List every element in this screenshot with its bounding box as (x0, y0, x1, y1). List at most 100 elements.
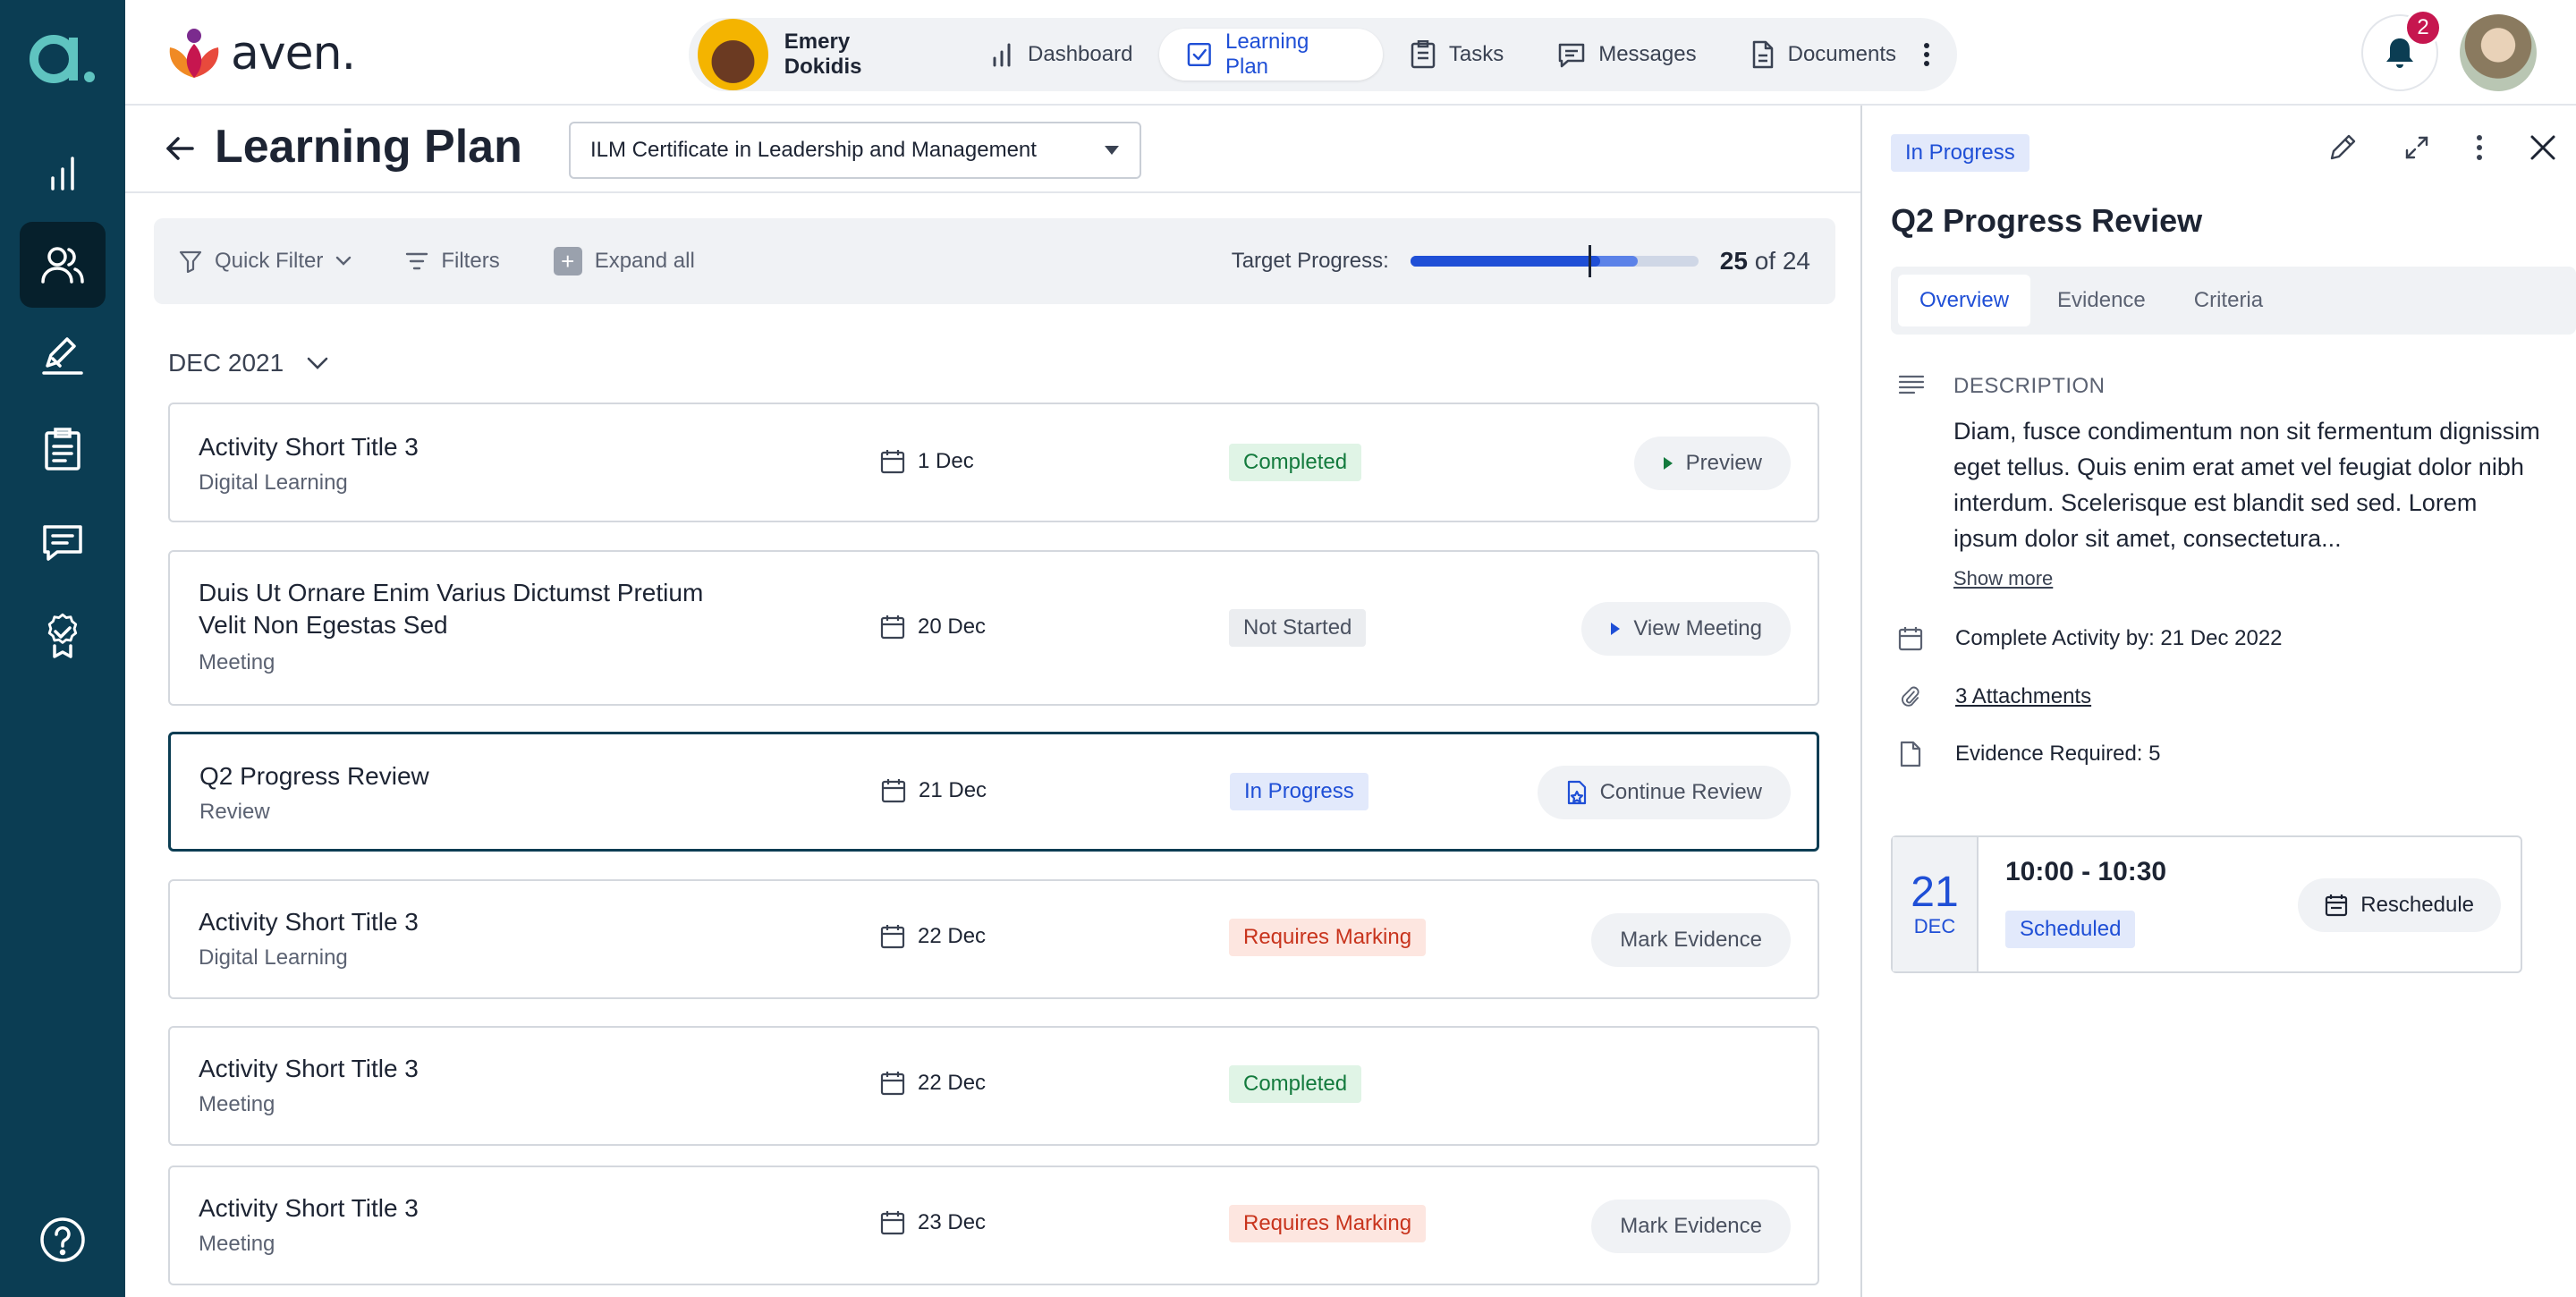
close-panel-button[interactable] (2529, 134, 2556, 161)
complete-by-text: Complete Activity by: 21 Dec 2022 (1955, 626, 2283, 650)
expand-icon (2405, 136, 2428, 159)
notification-count: 2 (2404, 9, 2442, 47)
lotus-icon (169, 29, 219, 78)
view-meeting-button-label: View Meeting (1633, 616, 1762, 640)
evidence-required-text: Evidence Required: 5 (1955, 742, 2161, 766)
activity-date: 22 Dec (880, 1071, 986, 1096)
more-vertical-icon (1924, 43, 1929, 66)
rail-signoff[interactable] (20, 313, 106, 399)
brand-name: aven. (231, 27, 356, 81)
filters-label: Filters (441, 249, 500, 273)
mark-evidence-button[interactable]: Mark Evidence (1591, 913, 1791, 967)
nav-dashboard-label: Dashboard (1028, 42, 1133, 66)
activity-card[interactable]: Activity Short Title 3 Meeting 23 Dec Re… (168, 1166, 1819, 1285)
nav-dashboard[interactable]: Dashboard (962, 29, 1159, 81)
show-more-link[interactable]: Show more (1953, 567, 2053, 590)
activity-title: Activity Short Title 3 (199, 1055, 419, 1082)
rail-achievements[interactable] (20, 592, 106, 678)
filter-lines-icon (406, 252, 428, 270)
activity-card[interactable]: Activity Short Title 3 Digital Learning … (168, 879, 1819, 999)
nav-tasks[interactable]: Tasks (1383, 29, 1530, 81)
document-icon (1900, 741, 1921, 767)
panel-status-badge: In Progress (1891, 134, 2029, 172)
schedule-day: 21 (1911, 869, 1959, 916)
preview-button[interactable]: Preview (1633, 437, 1791, 490)
caret-down-icon (1105, 146, 1119, 155)
nav-messages-label: Messages (1598, 42, 1697, 66)
attachments-link[interactable]: 3 Attachments (1955, 684, 2091, 709)
activity-date-text: 20 Dec (918, 615, 987, 639)
bar-chart-icon (993, 43, 1011, 67)
expand-button[interactable] (2404, 135, 2429, 160)
pencil-icon (2330, 134, 2356, 160)
quick-filter-button[interactable]: Quick Filter (179, 249, 352, 274)
schedule-status-badge: Scheduled (2005, 911, 2136, 948)
reschedule-button[interactable]: Reschedule (2298, 878, 2501, 932)
brand-logo[interactable]: aven. (166, 27, 356, 81)
badge-icon (47, 613, 78, 658)
rail-help[interactable] (20, 1197, 106, 1283)
activity-type: Meeting (199, 1232, 275, 1256)
tab-overview[interactable]: Overview (1898, 275, 2031, 326)
mark-evidence-button[interactable]: Mark Evidence (1591, 1200, 1791, 1253)
view-meeting-button[interactable]: View Meeting (1581, 602, 1791, 656)
activity-card[interactable]: Activity Short Title 3 Meeting 22 Dec Co… (168, 1026, 1819, 1146)
expand-all-button[interactable]: + Expand all (553, 247, 695, 276)
panel-tabs: Overview Evidence Criteria (1891, 267, 2576, 335)
help-icon (40, 1217, 85, 1262)
rail-tasks[interactable] (20, 406, 106, 492)
activity-type: Meeting (199, 1092, 275, 1116)
tab-evidence[interactable]: Evidence (2036, 275, 2167, 326)
main-nav: Emery Dokidis Dashboard Learning Plan Ta… (689, 18, 1957, 91)
nav-tasks-label: Tasks (1448, 42, 1504, 66)
panel-more-button[interactable] (2476, 134, 2483, 161)
progress-target-marker (1589, 245, 1592, 277)
status-badge: Completed (1229, 1065, 1362, 1103)
rail-messages[interactable] (20, 499, 106, 585)
filters-button[interactable]: Filters (405, 249, 500, 274)
continue-review-button-label: Continue Review (1599, 780, 1762, 804)
nav-documents[interactable]: Documents (1724, 29, 1923, 81)
activity-detail-panel: In Progress Q2 Progress Review Overview … (1860, 106, 2576, 1297)
tab-criteria[interactable]: Criteria (2173, 275, 2284, 326)
activity-card[interactable]: Duis Ut Ornare Enim Varius Dictumst Pret… (168, 550, 1819, 706)
target-progress: Target Progress: 25 of 24 (1231, 245, 1810, 277)
edit-button[interactable] (2327, 132, 2358, 163)
schedule-month: DEC (1913, 915, 1956, 937)
arrow-left-icon (166, 137, 194, 160)
qualification-select-value: ILM Certificate in Leadership and Manage… (590, 138, 1037, 162)
nav-messages[interactable]: Messages (1530, 29, 1723, 81)
activity-date-text: 21 Dec (919, 778, 987, 802)
calendar-icon (880, 450, 905, 474)
activity-date-text: 22 Dec (918, 924, 987, 948)
rail-dashboard[interactable] (20, 131, 106, 216)
user-avatar[interactable] (2460, 14, 2537, 91)
activity-card[interactable]: Activity Short Title 3 Digital Learning … (168, 403, 1819, 522)
calendar-icon (880, 925, 905, 949)
nav-learner[interactable]: Emery Dokidis (698, 19, 931, 90)
panel-toolbar (2327, 132, 2556, 163)
rail-learners[interactable] (20, 222, 106, 308)
qualification-select[interactable]: ILM Certificate in Leadership and Manage… (569, 122, 1141, 179)
activity-card-selected[interactable]: Q2 Progress Review Review 21 Dec In Prog… (168, 732, 1819, 852)
signature-icon (42, 337, 83, 375)
progress-total: of 24 (1754, 247, 1810, 275)
month-group-header[interactable]: DEC 2021 (168, 349, 328, 377)
rail-logo[interactable] (27, 23, 98, 86)
activity-date-text: 1 Dec (918, 449, 974, 473)
status-badge: Requires Marking (1229, 1205, 1427, 1242)
chevron-down-icon (336, 256, 352, 266)
nav-documents-label: Documents (1787, 42, 1896, 66)
target-progress-label: Target Progress: (1231, 249, 1389, 273)
funnel-icon (179, 250, 202, 273)
learner-name: Emery Dokidis (784, 30, 862, 79)
calendar-icon (1898, 627, 1923, 651)
activity-date-text: 22 Dec (918, 1071, 987, 1095)
continue-review-button[interactable]: Continue Review (1537, 766, 1791, 819)
nav-more-button[interactable] (1923, 42, 1930, 67)
users-icon (41, 247, 84, 284)
back-button[interactable] (165, 134, 195, 163)
nav-learning-plan[interactable]: Learning Plan (1159, 29, 1383, 81)
activity-title: Duis Ut Ornare Enim Varius Dictumst Pret… (199, 579, 704, 639)
nav-learning-plan-label: Learning Plan (1224, 30, 1309, 79)
